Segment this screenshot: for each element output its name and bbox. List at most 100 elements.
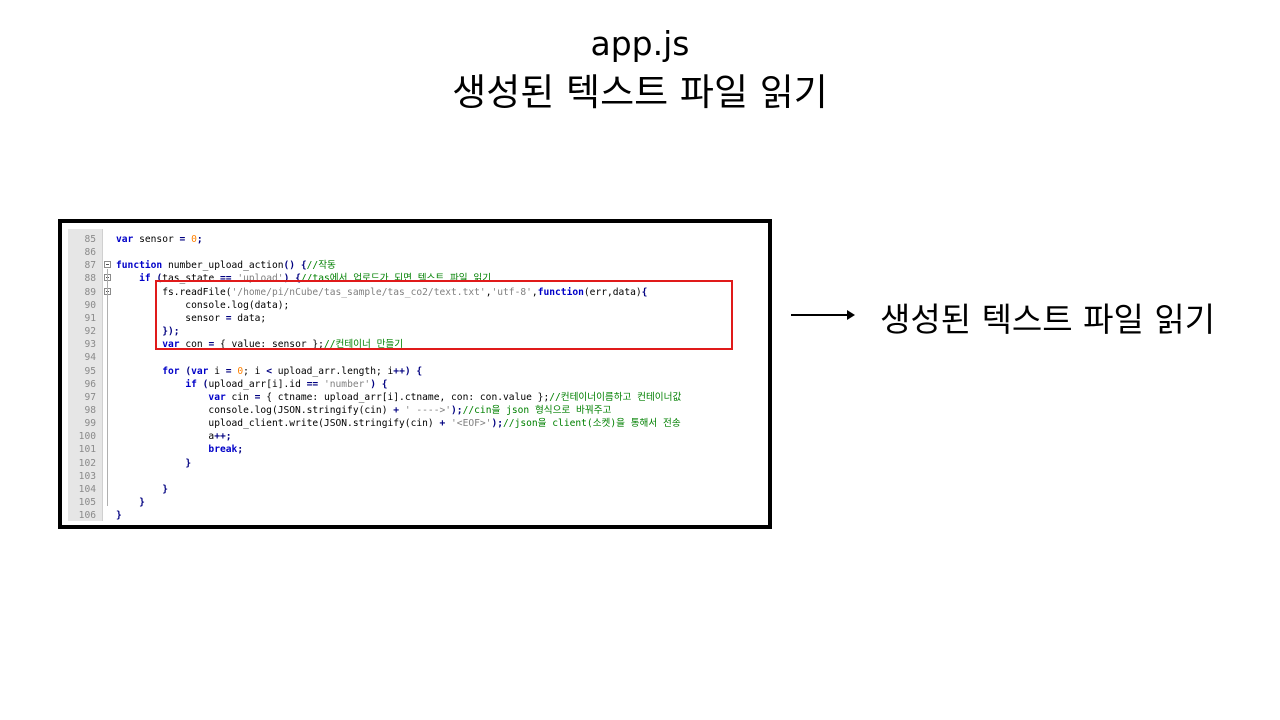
slide-title-filename: app.js <box>590 24 690 63</box>
code-token: }); <box>162 326 180 338</box>
line-number: 93 <box>84 339 96 351</box>
fold-toggle-icon[interactable] <box>104 261 111 269</box>
code-text: console.log(data); <box>116 299 289 312</box>
line-number: 86 <box>84 247 96 259</box>
code-line: 96 if (upload_arr[i].id == 'number') { <box>62 378 768 391</box>
code-text: if (tas_state == 'upload') {//tas에서 업로드가… <box>116 272 491 285</box>
code-line: 93 var con = { value: sensor };//컨테이너 만들… <box>62 338 768 351</box>
code-token: ; i <box>243 365 267 377</box>
code-text: upload_client.write(JSON.stringify(cin) … <box>116 417 681 430</box>
annotation-label: 생성된 텍스트 파일 읽기 <box>880 300 1216 339</box>
code-line: 89 fs.readFile('/home/pi/nCube/tas_sampl… <box>62 286 768 299</box>
code-line: 94 <box>62 351 768 364</box>
code-line: 97 var cin = { ctname: upload_arr[i].ctn… <box>62 391 768 404</box>
code-token: for <box>162 365 180 377</box>
code-token: == <box>220 273 232 285</box>
code-token: console.log(JSON.stringify(cin) <box>116 404 394 416</box>
code-token: fs.readFile( <box>116 286 232 298</box>
code-line: 101 break; <box>62 443 768 456</box>
code-token: //컨테이너 만들기 <box>323 339 404 351</box>
code-text: var cin = { ctname: upload_arr[i].ctname… <box>116 391 681 404</box>
code-token: { <box>641 286 648 298</box>
code-line: 87 function number_upload_action() {//작동 <box>62 259 768 272</box>
line-number: 106 <box>78 510 96 522</box>
code-text: } <box>116 509 122 522</box>
code-token: function <box>116 260 163 272</box>
code-token: var <box>116 234 134 245</box>
line-number: 96 <box>84 378 96 390</box>
code-line: 85 var sensor = 0; <box>62 233 768 246</box>
code-line: 102 } <box>62 457 768 470</box>
code-token: if <box>139 273 151 285</box>
line-number: 85 <box>84 234 96 245</box>
code-token: sensor <box>116 312 226 324</box>
code-line: 105 } <box>62 496 768 509</box>
code-token: '/home/pi/nCube/tas_sample/tas_co2/text.… <box>231 286 486 298</box>
code-text: console.log(JSON.stringify(cin) + ' ----… <box>116 404 611 417</box>
code-token: data; <box>231 312 267 324</box>
arrow-right-icon <box>791 310 855 320</box>
code-line: 100 a++; <box>62 430 768 443</box>
code-token: { ctname: upload_arr[i].ctname, con: con… <box>260 391 550 403</box>
line-number: 98 <box>84 404 96 416</box>
code-token: //작동 <box>306 260 336 272</box>
code-line: 95 for (var i = 0; i < upload_arr.length… <box>62 365 768 378</box>
line-number: 89 <box>84 286 96 298</box>
code-line: 88 if (tas_state == 'upload') {//tas에서 업… <box>62 272 768 285</box>
code-token: } <box>162 483 168 495</box>
code-text: break; <box>116 443 243 456</box>
line-number: 95 <box>84 365 96 377</box>
code-token: upload_arr[i].id <box>208 378 307 390</box>
code-token: cin <box>225 391 255 403</box>
code-token: 'utf-8' <box>491 286 532 298</box>
code-text: } <box>116 457 191 470</box>
code-token: (err,data) <box>583 286 642 298</box>
code-token: ' ---->' <box>404 404 452 416</box>
code-token: var <box>162 339 180 351</box>
code-token: == <box>306 378 319 390</box>
code-token: upload_client.write(JSON.stringify(cin) <box>116 418 440 430</box>
fold-guide-line <box>107 269 108 506</box>
line-number: 102 <box>78 457 96 469</box>
code-token: '<EOF>' <box>451 418 492 430</box>
code-token: if <box>185 378 197 390</box>
code-token: ++; <box>214 431 232 443</box>
code-line: 106} <box>62 509 768 522</box>
code-token: upload_arr.length; i <box>272 365 394 377</box>
code-text: } <box>116 483 168 496</box>
line-number: 88 <box>84 273 96 285</box>
code-token: //json을 client(소켓)을 통해서 전송 <box>503 418 681 430</box>
code-text: var sensor = 0; <box>116 233 203 246</box>
code-token: a <box>116 431 215 443</box>
code-line: 90 console.log(data); <box>62 299 768 312</box>
code-token: } <box>116 510 122 522</box>
code-text: var con = { value: sensor };//컨테이너 만들기 <box>116 338 403 351</box>
code-line: 99 upload_client.write(JSON.stringify(ci… <box>62 417 768 430</box>
code-text: } <box>116 496 145 509</box>
code-token: 'number' <box>323 378 371 390</box>
code-line: 104 } <box>62 483 768 496</box>
code-text: if (upload_arr[i].id == 'number') { <box>116 378 387 391</box>
code-token: var <box>208 391 226 403</box>
code-token: { <box>416 365 423 377</box>
code-token: con <box>179 339 209 351</box>
code-token: //tas에서 업로드가 되면 텍스트 파일 읽기 <box>300 273 492 285</box>
code-token: () <box>283 260 296 272</box>
code-text: function number_upload_action() {//작동 <box>116 259 336 272</box>
code-token: function <box>537 286 584 298</box>
code-screenshot: 85 var sensor = 0; 86 87 function number_upl… <box>58 219 772 529</box>
code-token: { value: sensor }; <box>214 339 324 351</box>
line-number: 101 <box>78 444 96 456</box>
line-number: 103 <box>78 470 96 482</box>
code-token: ); <box>451 404 463 416</box>
line-number: 99 <box>84 418 96 430</box>
line-number: 91 <box>84 312 96 324</box>
